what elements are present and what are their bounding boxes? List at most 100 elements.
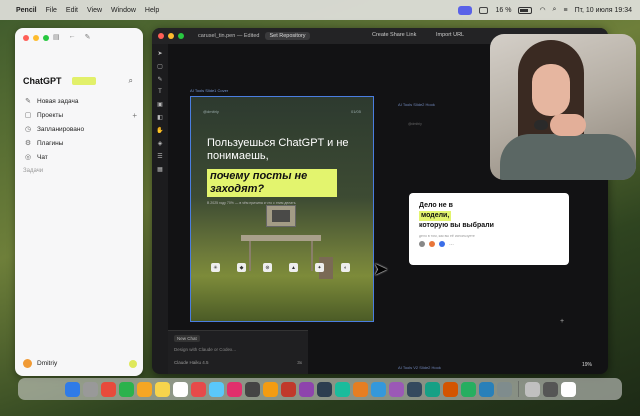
display-icon[interactable] bbox=[479, 6, 489, 14]
close-button[interactable] bbox=[158, 33, 164, 39]
import-url-button[interactable]: Import URL bbox=[436, 32, 464, 38]
layers-icon[interactable]: ☰ bbox=[157, 153, 162, 160]
dock-app-icon[interactable] bbox=[298, 381, 314, 397]
battery-icon[interactable] bbox=[518, 6, 533, 14]
window-controls bbox=[158, 33, 184, 39]
sidebar-item-chat[interactable]: ◎ Чат bbox=[23, 150, 137, 164]
sidebar-item-label: Новая задача bbox=[37, 97, 79, 105]
text-tool-icon[interactable]: T bbox=[158, 89, 162, 95]
model-selector[interactable]: Claude Haiku 4.5 bbox=[174, 360, 209, 365]
hook-card[interactable]: Дело не в модели, которую вы выбрали дел… bbox=[409, 193, 569, 265]
image-tool-icon[interactable]: ▣ bbox=[157, 101, 163, 108]
dock-app-icon[interactable] bbox=[352, 381, 368, 397]
control-center-icon[interactable]: ≡ bbox=[563, 7, 567, 14]
more-icon: … bbox=[449, 241, 454, 247]
dock-app-icon[interactable] bbox=[496, 381, 512, 397]
minimize-button[interactable] bbox=[33, 35, 39, 41]
slide-heading[interactable]: Пользуешься ChatGPT и не понимаешь, bbox=[207, 137, 367, 163]
dock-app-icon[interactable] bbox=[118, 381, 134, 397]
presenter-face bbox=[532, 64, 570, 116]
dock-app-icon[interactable] bbox=[560, 381, 576, 397]
dock-app-icon[interactable] bbox=[524, 381, 540, 397]
frame-label[interactable]: AI Tools Slide2 Hook bbox=[398, 102, 435, 107]
minimize-button[interactable] bbox=[168, 33, 174, 39]
sidebar-item-plugins[interactable]: ⚙ Плагины bbox=[23, 136, 137, 150]
edit-icon: ✎ bbox=[25, 98, 31, 105]
status-badge bbox=[129, 359, 137, 368]
pointer-tool-icon[interactable]: ➤ bbox=[157, 50, 162, 57]
dock-app-icon[interactable] bbox=[280, 381, 296, 397]
slide-highlight[interactable]: почему посты не заходят? bbox=[207, 169, 337, 197]
frame-tool-icon[interactable]: ▢ bbox=[157, 63, 163, 70]
new-chat-tab[interactable]: New Chat bbox=[174, 335, 200, 342]
menu-app-name[interactable]: Pencil bbox=[16, 7, 37, 14]
dock-app-icon[interactable] bbox=[424, 381, 440, 397]
sidebar-item-projects[interactable]: ▢ Проекты + bbox=[23, 108, 137, 122]
dock-app-icon[interactable] bbox=[460, 381, 476, 397]
dock-app-icon[interactable] bbox=[100, 381, 116, 397]
dock-app-icon[interactable] bbox=[478, 381, 494, 397]
dock-app-icon[interactable] bbox=[334, 381, 350, 397]
dock-app-icon[interactable] bbox=[244, 381, 260, 397]
hand-tool-icon[interactable]: ✋ bbox=[156, 127, 163, 134]
add-icon[interactable]: + bbox=[560, 318, 564, 325]
pen-tool-icon[interactable]: ✎ bbox=[157, 76, 162, 83]
new-chat-icon[interactable]: ✎ bbox=[85, 33, 91, 41]
presenter-hand bbox=[550, 114, 586, 136]
slide-frame-cover[interactable]: @dmitriy 01/05 Пользуешься ChatGPT и не … bbox=[190, 96, 374, 322]
search-icon[interactable]: ⌕ bbox=[129, 76, 133, 86]
dock-app-icon[interactable] bbox=[442, 381, 458, 397]
dock-app-icon[interactable] bbox=[226, 381, 242, 397]
dock-app-icon[interactable] bbox=[406, 381, 422, 397]
set-repository-button[interactable]: Set Repository bbox=[265, 32, 310, 40]
dock-app-icon[interactable] bbox=[370, 381, 386, 397]
dock-app-icon[interactable] bbox=[172, 381, 188, 397]
dock-app-icon[interactable] bbox=[262, 381, 278, 397]
zoom-button[interactable] bbox=[178, 33, 184, 39]
dock-app-icon[interactable] bbox=[154, 381, 170, 397]
section-label-tasks[interactable]: Задачи bbox=[23, 168, 43, 174]
dock-app-icon[interactable] bbox=[388, 381, 404, 397]
sticky-tool-icon[interactable]: ◧ bbox=[157, 114, 163, 121]
sidebar-toggle-icon[interactable]: ▤ bbox=[53, 33, 60, 41]
wifi-icon[interactable]: ◠ bbox=[539, 6, 545, 14]
dock-app-icon[interactable] bbox=[208, 381, 224, 397]
add-project-icon[interactable]: + bbox=[132, 111, 137, 120]
slide-counter: 01/05 bbox=[350, 109, 361, 114]
clock[interactable]: Пт, 10 июля 19:34 bbox=[575, 7, 632, 14]
user-profile[interactable]: Dmitriy bbox=[23, 359, 137, 368]
frame-label[interactable]: AI Tools V2 Slide2 Hook bbox=[398, 365, 441, 370]
dock-app-icon[interactable] bbox=[316, 381, 332, 397]
zoom-button[interactable] bbox=[43, 35, 49, 41]
frame-label[interactable]: AI Tools Slide1 Cover bbox=[190, 88, 228, 93]
sidebar-nav: ✎ Новая задача ▢ Проекты + ◷ Запланирова… bbox=[23, 94, 137, 164]
menu-window[interactable]: Window bbox=[111, 7, 136, 14]
card-icons: … bbox=[419, 241, 559, 247]
dock-app-icon[interactable] bbox=[64, 381, 80, 397]
menu-file[interactable]: File bbox=[46, 7, 57, 14]
dock-app-icon[interactable] bbox=[136, 381, 152, 397]
sidebar-item-new-task[interactable]: ✎ Новая задача bbox=[23, 94, 137, 108]
dock bbox=[18, 378, 622, 400]
logo-icon bbox=[439, 241, 445, 247]
grid-icon[interactable]: ▦ bbox=[157, 166, 163, 173]
menu-edit[interactable]: Edit bbox=[66, 7, 78, 14]
gemini-icon: ◆ bbox=[237, 263, 246, 272]
search-icon[interactable]: ⌕ bbox=[553, 6, 557, 14]
menu-help[interactable]: Help bbox=[145, 7, 159, 14]
dock-app-icon[interactable] bbox=[190, 381, 206, 397]
sidebar-item-label: Чат bbox=[37, 153, 48, 161]
webcam-overlay bbox=[490, 34, 636, 180]
screen-recording-icon[interactable] bbox=[458, 5, 473, 15]
menu-view[interactable]: View bbox=[87, 7, 102, 14]
close-button[interactable] bbox=[23, 35, 29, 41]
gear-icon: ⚙ bbox=[24, 140, 32, 147]
dock-app-icon[interactable] bbox=[82, 381, 98, 397]
component-tool-icon[interactable]: ◈ bbox=[158, 140, 163, 147]
dock-app-icon[interactable] bbox=[542, 381, 558, 397]
chat-input[interactable]: Design with Claude or Codex... bbox=[174, 347, 302, 352]
zoom-level[interactable]: 19% bbox=[582, 362, 592, 368]
sidebar-item-scheduled[interactable]: ◷ Запланировано bbox=[23, 122, 137, 136]
back-icon[interactable]: ← bbox=[69, 33, 76, 41]
create-share-link-button[interactable]: Create Share Link bbox=[372, 32, 416, 38]
